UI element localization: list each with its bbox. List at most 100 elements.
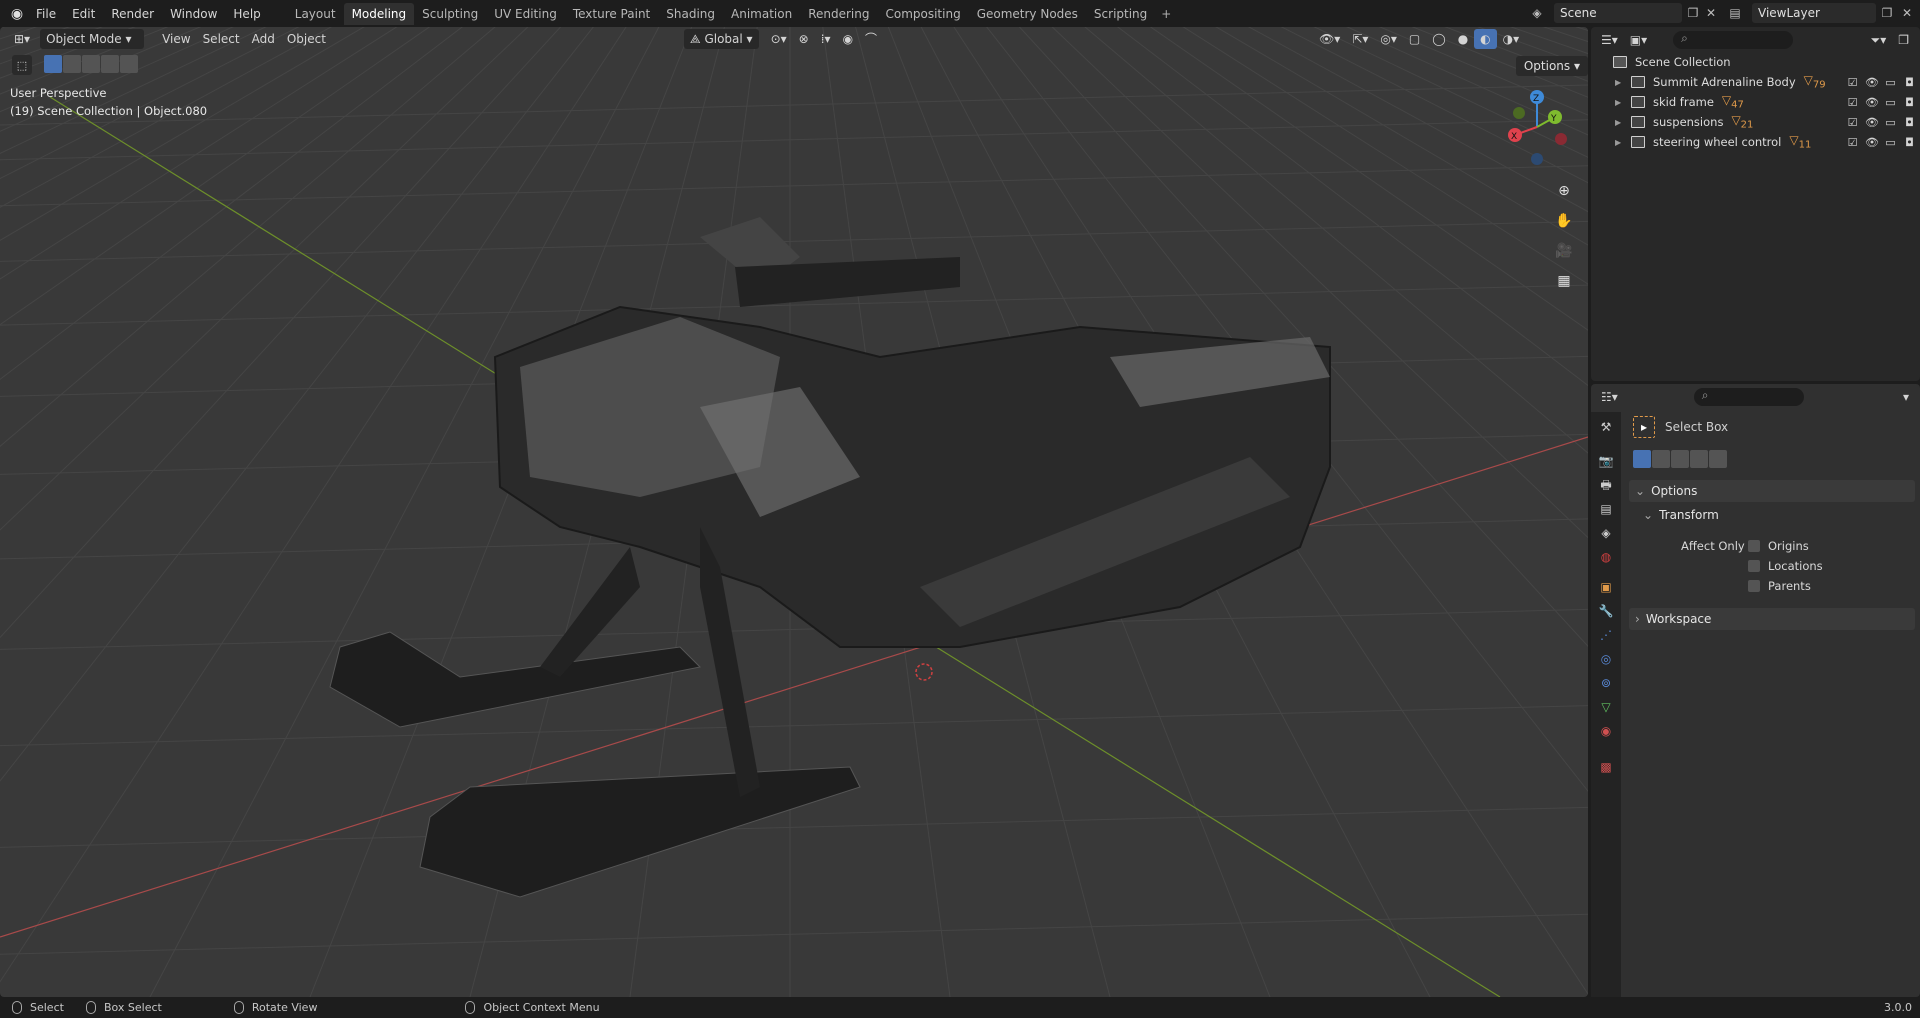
material-tab-icon[interactable]: ◉ <box>1597 722 1615 740</box>
snap-target-icon[interactable]: ⁞▾ <box>815 29 837 49</box>
checkbox-box[interactable] <box>1748 540 1760 552</box>
new-view-layer-icon[interactable]: ❐ <box>1878 4 1896 22</box>
overlays-icon[interactable]: ◎▾ <box>1374 29 1403 49</box>
scene-collection-row[interactable]: Scene Collection <box>1591 52 1920 72</box>
proportional-edit-icon[interactable]: ◉ <box>837 29 859 49</box>
blender-logo-icon[interactable]: ◉ <box>6 4 28 24</box>
3d-cursor[interactable] <box>915 663 933 681</box>
menu-help[interactable]: Help <box>225 3 268 25</box>
scene-icon[interactable]: ◈ <box>1528 4 1546 22</box>
zoom-icon[interactable]: ⊕ <box>1550 177 1578 205</box>
scene-tab-icon[interactable]: ◈ <box>1597 524 1615 542</box>
tab-sculpting[interactable]: Sculpting <box>414 3 486 25</box>
material-shading-icon[interactable]: ◐ <box>1474 29 1497 49</box>
data-tab-icon[interactable]: ▽ <box>1597 698 1615 716</box>
object-tab-icon[interactable]: ▣ <box>1597 578 1615 596</box>
properties-search-input[interactable]: ⌕ <box>1693 388 1804 406</box>
gizmo-neg-z[interactable] <box>1531 153 1543 165</box>
tab-modeling[interactable]: Modeling <box>343 2 415 25</box>
tab-scripting[interactable]: Scripting <box>1086 3 1155 25</box>
transform-orientation-dropdown[interactable]: ⟁ Global ▾ <box>683 29 759 49</box>
tab-shading[interactable]: Shading <box>658 3 723 25</box>
menu-select[interactable]: Select <box>197 29 246 49</box>
pivot-icon[interactable]: ⊙▾ <box>765 29 793 49</box>
parents-checkbox[interactable]: Parents <box>1748 579 1811 593</box>
delete-view-layer-icon[interactable]: ✕ <box>1898 4 1916 22</box>
scene-selector[interactable]: Scene <box>1554 3 1682 23</box>
output-tab-icon[interactable]: 🖶 <box>1597 476 1615 494</box>
select-box-icon[interactable]: ▸ <box>1633 416 1655 438</box>
object-mode-dropdown[interactable]: Object Mode ▾ <box>40 29 145 49</box>
eye-icon[interactable]: 👁 <box>1865 136 1879 149</box>
view-layer-icon[interactable]: ▤ <box>1726 4 1744 22</box>
texture-tab-icon[interactable]: ▩ <box>1597 758 1615 776</box>
display-mode-icon[interactable]: ▣▾ <box>1624 30 1653 50</box>
viewport-disable-icon[interactable]: ▭ <box>1884 96 1897 109</box>
pan-hand-icon[interactable]: ✋ <box>1550 207 1578 235</box>
ortho-grid-icon[interactable]: ▦ <box>1550 267 1578 295</box>
constraints-tab-icon[interactable]: ⊚ <box>1597 674 1615 692</box>
viewport-disable-icon[interactable]: ▭ <box>1884 76 1897 89</box>
tab-rendering[interactable]: Rendering <box>800 3 877 25</box>
tab-compositing[interactable]: Compositing <box>877 3 968 25</box>
render-camera-icon[interactable]: ◘ <box>1903 136 1916 149</box>
mode-new-icon[interactable] <box>44 55 62 73</box>
checkbox-box[interactable] <box>1748 560 1760 572</box>
physics-tab-icon[interactable]: ◎ <box>1597 650 1615 668</box>
navigation-gizmo[interactable]: Z Y X <box>1497 87 1577 167</box>
modifier-tab-icon[interactable]: 🔧 <box>1597 602 1615 620</box>
viewport-disable-icon[interactable]: ▭ <box>1884 136 1897 149</box>
tool-tab-icon[interactable]: ⚒ <box>1597 418 1615 436</box>
viewport-disable-icon[interactable]: ▭ <box>1884 116 1897 129</box>
properties-editor-icon[interactable]: ☷▾ <box>1595 387 1624 407</box>
new-scene-icon[interactable]: ❐ <box>1684 4 1702 22</box>
include-checkbox-icon[interactable]: ☑ <box>1846 76 1859 89</box>
mode-intersect-icon[interactable] <box>120 55 138 73</box>
origins-checkbox[interactable]: Origins <box>1748 539 1809 553</box>
mode-invert-icon[interactable] <box>101 55 119 73</box>
render-camera-icon[interactable]: ◘ <box>1903 76 1916 89</box>
gizmo-icon[interactable]: ⇱▾ <box>1346 29 1374 49</box>
tool-mode-invert-icon[interactable] <box>1690 450 1708 468</box>
tool-mode-subtract-icon[interactable] <box>1671 450 1689 468</box>
view-layer-tab-icon[interactable]: ▤ <box>1597 500 1615 518</box>
menu-add[interactable]: Add <box>246 29 281 49</box>
transform-subpanel-header[interactable]: ⌄ Transform <box>1643 504 1719 526</box>
delete-scene-icon[interactable]: ✕ <box>1702 4 1720 22</box>
tab-geometry-nodes[interactable]: Geometry Nodes <box>969 3 1086 25</box>
outliner-item[interactable]: ▶ skid frame ▽47 ☑ 👁 ▭ ◘ <box>1591 92 1920 112</box>
eye-icon[interactable]: 👁 <box>1865 76 1879 89</box>
outliner-item[interactable]: ▶ steering wheel control ▽11 ☑ 👁 ▭ ◘ <box>1591 132 1920 152</box>
tab-layout[interactable]: Layout <box>287 3 344 25</box>
expand-arrow-icon[interactable]: ▶ <box>1615 78 1625 87</box>
properties-options-icon[interactable]: ▾ <box>1897 387 1915 407</box>
particles-tab-icon[interactable]: ⋰ <box>1597 626 1615 644</box>
options-dropdown[interactable]: Options ▾ <box>1515 56 1588 76</box>
eye-icon[interactable]: 👁 <box>1865 96 1879 109</box>
3d-viewport[interactable]: ⊞▾ Object Mode ▾ View Select Add Object … <box>0 27 1588 997</box>
expand-arrow-icon[interactable]: ▶ <box>1615 138 1625 147</box>
tab-animation[interactable]: Animation <box>723 3 800 25</box>
falloff-icon[interactable]: ⌒ <box>859 29 883 49</box>
expand-arrow-icon[interactable]: ▶ <box>1615 98 1625 107</box>
visibility-icon[interactable]: 👁▾ <box>1313 29 1346 49</box>
menu-edit[interactable]: Edit <box>64 3 103 25</box>
menu-object[interactable]: Object <box>281 29 332 49</box>
view-layer-selector[interactable]: ViewLayer <box>1752 3 1876 23</box>
select-tool-icon[interactable]: ⬚ <box>12 55 32 75</box>
render-tab-icon[interactable]: 📷 <box>1597 452 1615 470</box>
tool-mode-extend-icon[interactable] <box>1652 450 1670 468</box>
checkbox-box[interactable] <box>1748 580 1760 592</box>
filter-icon[interactable]: ⏷▾ <box>1865 30 1893 50</box>
editor-type-icon[interactable]: ⊞▾ <box>8 29 36 49</box>
xray-icon[interactable]: ▢ <box>1403 29 1426 49</box>
new-collection-icon[interactable]: ❐ <box>1892 30 1915 50</box>
menu-file[interactable]: File <box>28 3 64 25</box>
snap-icon[interactable]: ⊗ <box>793 29 815 49</box>
eye-icon[interactable]: 👁 <box>1865 116 1879 129</box>
outliner-editor-icon[interactable]: ☰▾ <box>1595 30 1624 50</box>
locations-checkbox[interactable]: Locations <box>1748 559 1823 573</box>
mode-extend-icon[interactable] <box>63 55 81 73</box>
expand-arrow-icon[interactable]: ▶ <box>1615 118 1625 127</box>
world-tab-icon[interactable]: ◍ <box>1597 548 1615 566</box>
